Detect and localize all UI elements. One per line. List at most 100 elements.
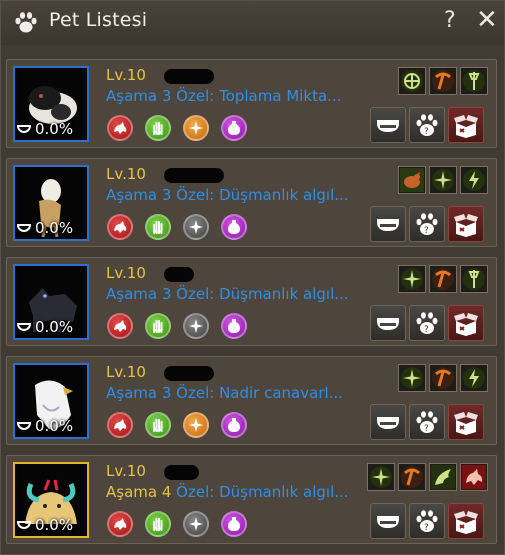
red-beast-skill-icon[interactable] xyxy=(460,463,488,491)
pet-stage: Aşama 3 xyxy=(106,285,172,303)
orange-compass-icon[interactable] xyxy=(183,412,209,438)
axe-skill-icon[interactable] xyxy=(460,265,488,293)
gray-compass-icon[interactable] xyxy=(183,313,209,339)
hunger-value: 0.0% xyxy=(35,120,74,138)
feed-bowl-button[interactable] xyxy=(370,305,406,341)
purple-potion-icon[interactable] xyxy=(221,313,247,339)
pet-actions: ? xyxy=(370,503,492,539)
pet-special: Özel: Düşmanlık algıl... xyxy=(176,186,349,204)
pickaxe-skill-icon[interactable] xyxy=(429,364,457,392)
red-beast-icon[interactable] xyxy=(107,313,133,339)
lightning-skill-icon[interactable] xyxy=(460,364,488,392)
pet-description: Aşama 3 Özel: Toplama Mikta... xyxy=(106,87,342,105)
feed-bowl-button[interactable] xyxy=(370,206,406,242)
green-hand-icon[interactable] xyxy=(145,214,171,240)
red-beast-icon[interactable] xyxy=(107,511,133,537)
release-box-button[interactable] xyxy=(448,404,484,440)
svg-text:?: ? xyxy=(424,523,429,533)
purple-potion-icon[interactable] xyxy=(221,412,247,438)
help-button[interactable]: ? xyxy=(444,8,456,33)
pet-actions: ? xyxy=(370,206,492,242)
orange-compass-icon[interactable] xyxy=(183,115,209,141)
pet-special: Özel: Düşmanlık algıl... xyxy=(176,285,349,303)
target-compass-skill-icon[interactable] xyxy=(398,265,426,293)
feed-bowl-button[interactable] xyxy=(370,503,406,539)
purple-potion-icon[interactable] xyxy=(221,115,247,141)
pet-info-button[interactable]: ? xyxy=(409,404,445,440)
svg-text:?: ? xyxy=(424,424,429,434)
pet-card[interactable]: 0.0% Lv.10 Aşama 3 Özel: Toplama Mikta..… xyxy=(6,59,497,148)
title-bar[interactable]: Pet Listesi ? ✕ xyxy=(1,1,504,45)
gather-compass-skill-icon[interactable] xyxy=(398,67,426,95)
release-box-button[interactable] xyxy=(448,107,484,143)
green-hand-icon[interactable] xyxy=(145,115,171,141)
green-hand-icon[interactable] xyxy=(145,313,171,339)
pet-portrait[interactable]: 0.0% xyxy=(13,363,89,439)
purple-potion-icon[interactable] xyxy=(221,214,247,240)
bowl-icon xyxy=(17,125,31,133)
pet-actions: ? xyxy=(370,404,492,440)
hunger-label: 0.0% xyxy=(17,318,73,336)
target-compass-skill-icon[interactable] xyxy=(398,364,426,392)
release-box-button[interactable] xyxy=(448,503,484,539)
hunger-label: 0.0% xyxy=(17,417,73,435)
pet-description: Aşama 3 Özel: Düşmanlık algıl... xyxy=(106,186,349,204)
pet-stage: Aşama 3 xyxy=(106,87,172,105)
bowl-icon xyxy=(17,224,31,232)
pet-card[interactable]: 0.0% Lv.10 Aşama 3 Özel: Nadir canavarl.… xyxy=(6,356,497,445)
pet-card[interactable]: 0.0% Lv.10 Aşama 4 Özel: Düşmanlık algıl… xyxy=(6,455,497,544)
pet-info-button[interactable]: ? xyxy=(409,107,445,143)
pet-info-button[interactable]: ? xyxy=(409,206,445,242)
axe-skill-icon[interactable] xyxy=(460,67,488,95)
pet-info-button[interactable]: ? xyxy=(409,503,445,539)
chicken-skill-icon[interactable] xyxy=(398,166,426,194)
pet-level: Lv.10 xyxy=(106,66,146,84)
bowl-icon xyxy=(17,323,31,331)
hunger-value: 0.0% xyxy=(35,516,74,534)
pet-name-redacted xyxy=(164,465,199,480)
svg-text:?: ? xyxy=(424,325,429,335)
feed-bowl-button[interactable] xyxy=(370,404,406,440)
pet-name-redacted xyxy=(164,366,214,381)
pickaxe-skill-icon[interactable] xyxy=(429,265,457,293)
red-beast-icon[interactable] xyxy=(107,412,133,438)
hunger-label: 0.0% xyxy=(17,219,73,237)
pickaxe-skill-icon[interactable] xyxy=(429,67,457,95)
pet-portrait[interactable]: 0.0% xyxy=(13,462,89,538)
pet-description: Aşama 3 Özel: Düşmanlık algıl... xyxy=(106,285,349,303)
pet-name-redacted xyxy=(164,69,214,84)
pet-actions: ? xyxy=(370,107,492,143)
release-box-button[interactable] xyxy=(448,206,484,242)
green-hand-icon[interactable] xyxy=(145,511,171,537)
hunger-label: 0.0% xyxy=(17,120,73,138)
pet-stage: Aşama 3 xyxy=(106,186,172,204)
pet-name-redacted xyxy=(164,267,194,282)
wing-skill-icon[interactable] xyxy=(429,463,457,491)
pet-portrait[interactable]: 0.0% xyxy=(13,165,89,241)
lightning-skill-icon[interactable] xyxy=(460,166,488,194)
pet-info-button[interactable]: ? xyxy=(409,305,445,341)
pet-portrait[interactable]: 0.0% xyxy=(13,264,89,340)
hunger-label: 0.0% xyxy=(17,516,73,534)
feed-bowl-button[interactable] xyxy=(370,107,406,143)
pet-card[interactable]: 0.0% Lv.10 Aşama 3 Özel: Düşmanlık algıl… xyxy=(6,257,497,346)
hunger-value: 0.0% xyxy=(35,219,74,237)
pet-level: Lv.10 xyxy=(106,165,146,183)
green-hand-icon[interactable] xyxy=(145,412,171,438)
svg-text:?: ? xyxy=(424,226,429,236)
purple-potion-icon[interactable] xyxy=(221,511,247,537)
close-button[interactable]: ✕ xyxy=(476,7,498,33)
pickaxe-skill-icon[interactable] xyxy=(398,463,426,491)
gray-compass-icon[interactable] xyxy=(183,511,209,537)
gray-compass-icon[interactable] xyxy=(183,214,209,240)
target-compass-skill-icon[interactable] xyxy=(367,463,395,491)
pet-portrait[interactable]: 0.0% xyxy=(13,66,89,142)
window-title: Pet Listesi xyxy=(49,9,148,31)
release-box-button[interactable] xyxy=(448,305,484,341)
red-beast-icon[interactable] xyxy=(107,214,133,240)
red-beast-icon[interactable] xyxy=(107,115,133,141)
pet-card[interactable]: 0.0% Lv.10 Aşama 3 Özel: Düşmanlık algıl… xyxy=(6,158,497,247)
target-compass-skill-icon[interactable] xyxy=(429,166,457,194)
pet-actions: ? xyxy=(370,305,492,341)
svg-text:?: ? xyxy=(424,127,429,137)
